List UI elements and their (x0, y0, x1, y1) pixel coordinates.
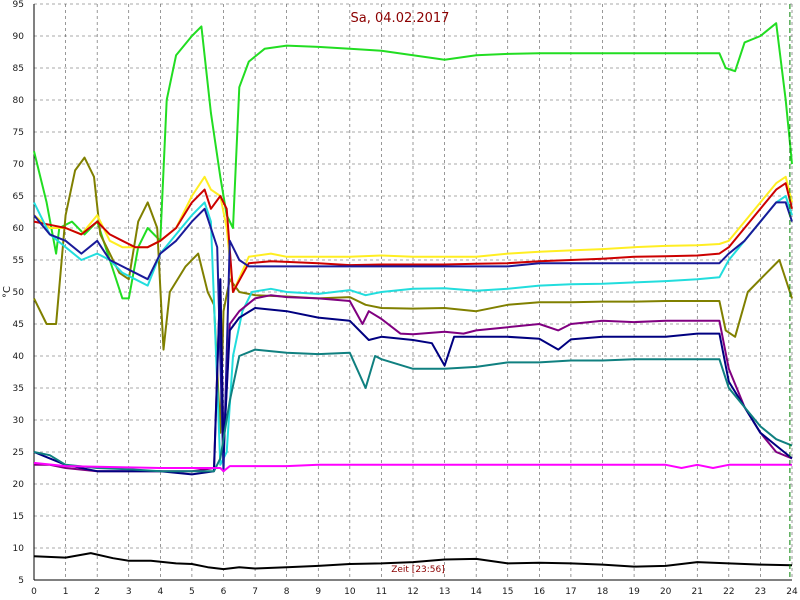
x-tick-label: 19 (628, 587, 640, 597)
x-tick-label: 22 (723, 587, 734, 597)
y-tick-label: 10 (13, 544, 25, 554)
x-tick-label: 21 (692, 587, 703, 597)
x-tick-label: 8 (284, 587, 290, 597)
x-tick-label: 13 (439, 587, 450, 597)
y-tick-label: 90 (13, 32, 25, 42)
x-tick-label: 17 (565, 587, 576, 597)
y-tick-label: 75 (13, 128, 24, 138)
y-tick-label: 70 (13, 160, 25, 170)
x-tick-label: 14 (470, 587, 482, 597)
x-tick-label: 6 (221, 587, 227, 597)
y-tick-label: 65 (13, 192, 24, 202)
x-tick-label: 23 (755, 587, 766, 597)
y-tick-label: 5 (18, 576, 24, 586)
y-tick-label: 35 (13, 384, 24, 394)
x-tick-label: 2 (94, 587, 100, 597)
x-tick-label: 24 (786, 587, 798, 597)
y-tick-label: 95 (13, 0, 24, 10)
x-tick-label: 15 (502, 587, 513, 597)
x-tick-label: 3 (126, 587, 132, 597)
x-tick-label: 20 (660, 587, 672, 597)
y-tick-label: 15 (13, 512, 24, 522)
y-tick-label: 45 (13, 320, 24, 330)
x-tick-label: 10 (344, 587, 356, 597)
x-tick-label: 1 (63, 587, 69, 597)
x-tick-label: 18 (597, 587, 609, 597)
chart-title: Sa, 04.02.2017 (351, 11, 450, 26)
y-tick-label: 50 (13, 288, 25, 298)
x-tick-label: 7 (252, 587, 258, 597)
x-tick-label: 0 (31, 587, 37, 597)
y-tick-label: 85 (13, 64, 24, 74)
y-tick-label: 25 (13, 448, 24, 458)
time-note: Zeit [23:56] (391, 565, 445, 575)
x-tick-label: 4 (157, 587, 163, 597)
y-tick-label: 55 (13, 256, 24, 266)
y-tick-label: 30 (13, 416, 25, 426)
line-chart: 0 1 2 3 4 5 6 7 8 9 10 11 12 13 14 15 16 17 18 19 20 21 22 23 24… (0, 0, 800, 600)
y-tick-label: 60 (13, 224, 25, 234)
y-tick-label: 80 (13, 96, 25, 106)
y-tick-label: 40 (13, 352, 25, 362)
x-tick-label: 9 (315, 587, 321, 597)
chart-background (0, 0, 800, 600)
y-axis-label: °C (2, 286, 13, 298)
x-tick-label: 5 (189, 587, 195, 597)
y-tick-label: 20 (13, 480, 25, 490)
x-tick-label: 11 (376, 587, 387, 597)
x-tick-label: 12 (407, 587, 418, 597)
x-tick-label: 16 (534, 587, 546, 597)
